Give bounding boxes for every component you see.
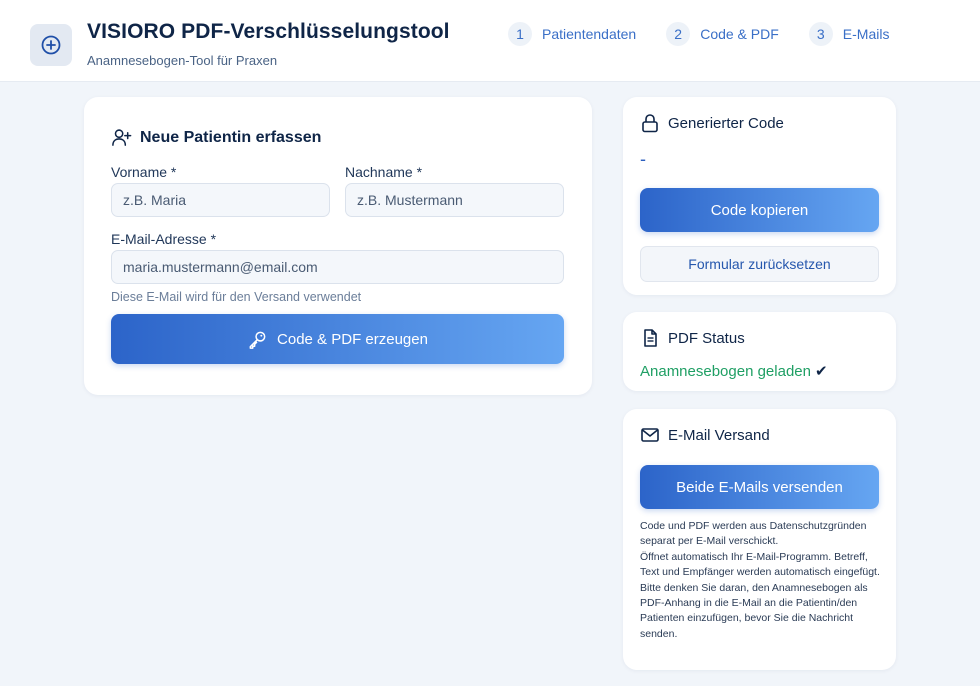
bottom-edge: [0, 686, 980, 690]
patient-form-card: Neue Patientin erfassen Vorname * Nachna…: [84, 97, 592, 395]
step-label: E-Mails: [842, 26, 890, 42]
check-icon: ✔: [814, 363, 828, 380]
step-emails[interactable]: 3 E-Mails: [808, 22, 890, 46]
copy-code-label: Code kopieren: [710, 201, 809, 219]
app-subtitle: Anamnesebogen-Tool für Praxen: [87, 53, 278, 68]
send-emails-button[interactable]: Beide E-Mails versenden: [640, 465, 879, 509]
pdf-status-card: PDF Status Anamnesebogen geladen ✔: [623, 312, 896, 391]
pdf-status-text: Anamnesebogen geladen ✔: [640, 362, 828, 380]
user-plus-icon: [112, 129, 132, 146]
plus-circle-icon: [41, 35, 61, 55]
step-code-pdf[interactable]: 2 Code & PDF: [666, 22, 779, 46]
lock-icon: [642, 114, 658, 133]
generate-button-label: Code & PDF erzeugen: [277, 330, 428, 348]
step-number: 1: [508, 22, 532, 46]
app-title: VISIORO PDF-Verschlüsselungstool: [87, 20, 450, 43]
step-number: 2: [666, 22, 691, 46]
email-card-header: E-Mail Versand: [640, 425, 770, 445]
pdf-card-header: PDF Status: [640, 328, 745, 348]
code-card: Generierter Code - Code kopieren Formula…: [623, 97, 896, 295]
step-label: Code & PDF: [700, 26, 779, 42]
generated-code-value: -: [640, 149, 646, 169]
email-label: E-Mail-Adresse *: [111, 231, 217, 247]
key-icon: [249, 331, 266, 349]
document-icon: [644, 329, 657, 347]
step-label: Patientendaten: [542, 26, 637, 42]
generate-code-pdf-button[interactable]: Code & PDF erzeugen: [111, 314, 564, 364]
email-hint: Diese E-Mail wird für den Versand verwen…: [111, 290, 362, 304]
step-number: 3: [808, 22, 833, 46]
firstname-label: Vorname *: [111, 164, 177, 180]
code-card-header: Generierter Code: [640, 113, 784, 133]
reset-form-button[interactable]: Formular zurücksetzen: [640, 246, 879, 282]
reset-form-label: Formular zurücksetzen: [688, 256, 831, 272]
lastname-label: Nachname *: [345, 164, 423, 180]
firstname-input[interactable]: [111, 183, 330, 217]
email-input[interactable]: [111, 250, 564, 284]
email-info-text: Code und PDF werden aus Datenschutzgründ…: [640, 519, 880, 642]
app-header: VISIORO PDF-Verschlüsselungstool Anamnes…: [0, 0, 980, 82]
step-indicator: 1 Patientendaten 2 Code & PDF 3 E-Mails: [508, 22, 919, 46]
lastname-input[interactable]: [345, 183, 564, 217]
info-paragraph: Öffnet automatisch Ihr E-Mail-Programm. …: [640, 550, 880, 579]
step-patientendaten[interactable]: 1 Patientendaten: [508, 22, 636, 46]
form-title: Neue Patientin erfassen: [140, 128, 322, 146]
pdf-card-title: PDF Status: [668, 329, 745, 347]
info-paragraph: Bitte denken Sie daran, den Anamneseboge…: [640, 581, 868, 640]
mail-icon: [641, 428, 659, 442]
code-card-title: Generierter Code: [668, 114, 784, 132]
send-emails-label: Beide E-Mails versenden: [676, 478, 843, 496]
email-card: E-Mail Versand Beide E-Mails versenden C…: [623, 409, 896, 670]
info-paragraph: Code und PDF werden aus Datenschutzgründ…: [640, 520, 867, 548]
copy-code-button[interactable]: Code kopieren: [640, 188, 879, 232]
form-header: Neue Patientin erfassen: [111, 127, 321, 148]
email-card-title: E-Mail Versand: [668, 426, 770, 444]
pdf-status-label: Anamnesebogen geladen: [640, 363, 811, 380]
logo-button[interactable]: [30, 24, 72, 66]
